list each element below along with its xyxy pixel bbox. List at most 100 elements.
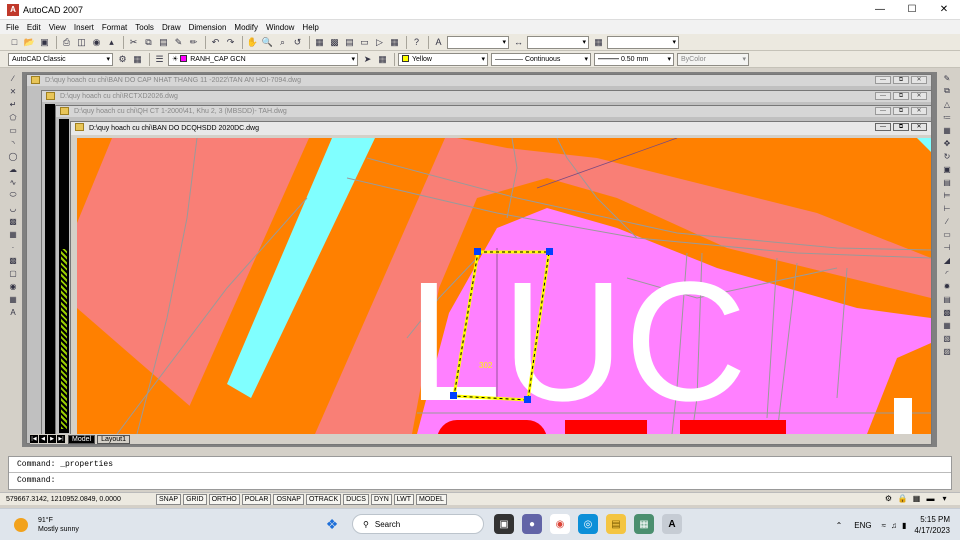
save-icon[interactable]: ▣ <box>38 36 51 49</box>
ortho-toggle[interactable]: ORTHO <box>208 493 240 505</box>
close-button[interactable]: ✕ <box>928 0 960 20</box>
table-icon[interactable]: ▦ <box>7 293 20 305</box>
point-icon[interactable]: · <box>7 241 20 253</box>
dim-style-icon[interactable]: ↔ <box>512 36 525 49</box>
match-properties-icon[interactable]: ✎ <box>172 36 185 49</box>
help-icon[interactable]: ? <box>410 36 423 49</box>
lineweight-select[interactable]: ——— 0.50 mm <box>594 52 674 66</box>
stretch-icon[interactable]: ▤ <box>941 176 954 188</box>
grid-toggle[interactable]: GRID <box>183 493 207 505</box>
color-select[interactable]: Yellow <box>398 52 488 66</box>
chrome-icon[interactable]: ◉ <box>550 514 570 534</box>
grip-handle[interactable] <box>524 396 531 403</box>
doc-minimize-button[interactable]: — <box>875 123 891 131</box>
model-toggle[interactable]: MODEL <box>416 493 447 505</box>
menu-view[interactable]: View <box>49 23 66 32</box>
ducs-toggle[interactable]: DUCS <box>343 493 369 505</box>
workspace-select[interactable]: AutoCAD Classic <box>8 52 113 66</box>
rotate-icon[interactable]: ↻ <box>941 150 954 162</box>
markup-icon[interactable]: ▷ <box>373 36 386 49</box>
bring-above-icon[interactable]: ▧ <box>941 332 954 344</box>
communication-center-icon[interactable]: ⚙ <box>883 494 894 505</box>
bring-to-front-icon[interactable]: ▩ <box>941 306 954 318</box>
plotstyle-select[interactable]: ByColor <box>677 52 749 66</box>
edge-icon[interactable]: ◎ <box>578 514 598 534</box>
make-object-layer-current-icon[interactable]: ➤ <box>361 53 374 66</box>
layer-select[interactable]: ☀ RANH_CAP GCN <box>168 52 358 66</box>
tool-palettes-icon[interactable]: ▤ <box>343 36 356 49</box>
menu-dimension[interactable]: Dimension <box>189 23 227 32</box>
polyline-icon[interactable]: ↵ <box>7 98 20 110</box>
join-icon[interactable]: ⊣ <box>941 241 954 253</box>
extend-icon[interactable]: ⊢ <box>941 202 954 214</box>
next-tab-icon[interactable]: ▶ <box>48 435 56 443</box>
ellipse-icon[interactable]: ⬭ <box>7 189 20 201</box>
undo-icon[interactable]: ↶ <box>209 36 222 49</box>
offset-icon[interactable]: ≔ <box>941 111 954 123</box>
first-tab-icon[interactable]: |◀ <box>30 435 38 443</box>
doc-close-button[interactable]: ✕ <box>911 107 927 115</box>
lwt-toggle[interactable]: LWT <box>393 493 415 505</box>
menu-modify[interactable]: Modify <box>234 23 258 32</box>
multiline-text-icon[interactable]: A <box>7 306 20 318</box>
windows-start-icon[interactable]: ❖ <box>322 514 342 534</box>
move-icon[interactable]: ✥ <box>941 137 954 149</box>
chamfer-icon[interactable]: ◢ <box>941 254 954 266</box>
store-icon[interactable]: ▦ <box>634 514 654 534</box>
zoom-window-icon[interactable]: ⌕ <box>276 36 289 49</box>
menu-insert[interactable]: Insert <box>74 23 94 32</box>
doc-restore-button[interactable]: ⧉ <box>893 123 909 131</box>
workspace-settings-icon[interactable]: ⚙ <box>116 53 129 66</box>
scale-icon[interactable]: ▣ <box>941 163 954 175</box>
open-icon[interactable]: 📂 <box>23 36 36 49</box>
paste-icon[interactable]: ▤ <box>157 36 170 49</box>
polygon-icon[interactable]: ⬠ <box>7 111 20 123</box>
menu-file[interactable]: File <box>6 23 19 32</box>
status-menu-icon[interactable]: ▾ <box>939 494 950 505</box>
mirror-icon[interactable]: △ <box>941 98 954 110</box>
sheet-set-icon[interactable]: ▭ <box>358 36 371 49</box>
rectangle-icon[interactable]: ▭ <box>7 124 20 136</box>
menu-edit[interactable]: Edit <box>27 23 41 32</box>
text-style-icon[interactable]: A <box>432 36 445 49</box>
tray-settings-icon[interactable]: ▦ <box>911 494 922 505</box>
chevron-up-icon[interactable]: ⌃ <box>836 521 843 530</box>
cursor-coordinates[interactable]: 579667.3142, 1210952.0849, 0.0000 <box>6 496 156 503</box>
taskbar-search[interactable]: ⚲ Search <box>352 514 484 534</box>
tab-layout1[interactable]: Layout1 <box>97 434 130 444</box>
file-explorer-icon[interactable]: ▤ <box>606 514 626 534</box>
teams-chat-icon[interactable]: ● <box>522 514 542 534</box>
doc-restore-button[interactable]: ⧉ <box>893 92 909 100</box>
construction-line-icon[interactable]: ⨯ <box>7 85 20 97</box>
layer-manager-icon[interactable]: ☰ <box>153 53 166 66</box>
command-input[interactable]: Command: <box>9 473 951 489</box>
doc-minimize-button[interactable]: — <box>875 92 891 100</box>
trim-icon[interactable]: ⊨ <box>941 189 954 201</box>
send-to-back-icon[interactable]: ▦ <box>941 319 954 331</box>
revision-cloud-icon[interactable]: ☁ <box>7 163 20 175</box>
line-icon[interactable]: ∕ <box>7 72 20 84</box>
table-style-icon[interactable]: ▦ <box>592 36 605 49</box>
break-icon[interactable]: ▭ <box>941 228 954 240</box>
cut-icon[interactable]: ✂ <box>127 36 140 49</box>
copy-icon[interactable]: ⧉ <box>142 36 155 49</box>
new-icon[interactable]: □ <box>8 36 21 49</box>
etransmit-icon[interactable]: ▴ <box>105 36 118 49</box>
workspace-save-icon[interactable]: ▦ <box>131 53 144 66</box>
doc-close-button[interactable]: ✕ <box>911 76 927 84</box>
polar-toggle[interactable]: POLAR <box>241 493 272 505</box>
lock-icon[interactable]: 🔒 <box>897 494 908 505</box>
draw-order-icon[interactable]: ▤ <box>941 293 954 305</box>
publish-icon[interactable]: ◉ <box>90 36 103 49</box>
array-icon[interactable]: ▦ <box>941 124 954 136</box>
spline-icon[interactable]: ∿ <box>7 176 20 188</box>
model-space-canvas[interactable]: LUC 302 <box>77 138 931 434</box>
tab-model[interactable]: Model <box>68 434 96 444</box>
region-icon[interactable]: ◉ <box>7 280 20 292</box>
doc-restore-button[interactable]: ⧉ <box>893 76 909 84</box>
explode-icon[interactable]: ✹ <box>941 280 954 292</box>
maximize-button[interactable]: ☐ <box>896 0 928 20</box>
volume-icon[interactable]: ♫ <box>891 521 897 530</box>
battery-icon[interactable]: ▮ <box>902 521 906 530</box>
layer-previous-icon[interactable]: ▦ <box>376 53 389 66</box>
